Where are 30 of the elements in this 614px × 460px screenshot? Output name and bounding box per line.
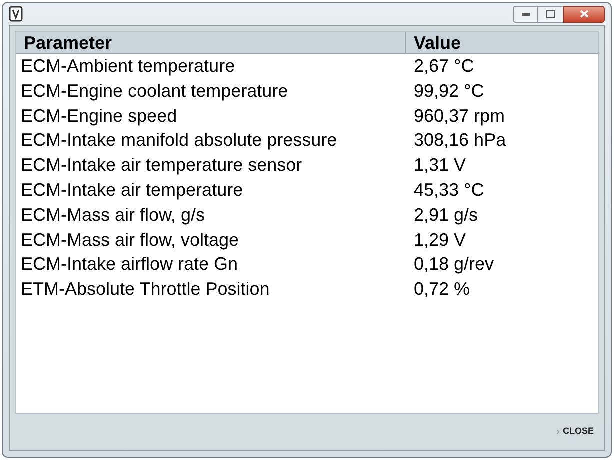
maximize-button[interactable] — [538, 6, 563, 22]
table-cell-text: ETM-Absolute Throttle Position — [20, 278, 271, 302]
close-text-button[interactable]: › CLOSE — [556, 424, 594, 440]
table-cell-text: 2,67 °C — [413, 55, 476, 78]
table-cell-text: ECM-Intake manifold absolute pressure — [20, 129, 338, 152]
column-header[interactable]: Value — [406, 32, 598, 53]
maximize-icon — [546, 10, 555, 18]
table-cell-text: ECM-Intake air temperature sensor — [20, 154, 304, 178]
table-cell-text: ECM-Mass air flow, voltage — [20, 228, 240, 252]
table-cell-text: 45,33 °C — [413, 178, 486, 202]
close-button[interactable] — [563, 6, 605, 22]
table-cell-text: 308,16 hPa — [413, 129, 508, 152]
minimize-button[interactable] — [513, 6, 538, 22]
table-cell-text: 1,29 V — [413, 228, 468, 252]
table-cell-text: 99,92 °C — [413, 80, 486, 103]
table-cell-text: 0,72 % — [413, 278, 472, 302]
table-cell-text: ECM-Intake air temperature — [20, 178, 244, 202]
table-cell-text: ECM-Intake airflow rate Gn — [20, 253, 240, 276]
table-cell-text: ECM-Mass air flow, g/s — [20, 204, 206, 227]
table-cell-text: ECM-Ambient temperature — [20, 55, 236, 78]
table-cell-text: 2,91 g/s — [413, 204, 480, 227]
table-cell-text: 960,37 rpm — [413, 104, 506, 128]
close-icon — [580, 10, 588, 18]
table-cell-text: 0,18 g/rev — [413, 253, 496, 276]
column-header[interactable]: Parameter — [16, 32, 406, 53]
table-cell-text: ECM-Engine coolant temperature — [20, 80, 290, 103]
table-cell-text: 1,31 V — [413, 154, 468, 178]
minimize-icon — [522, 12, 530, 16]
table-cell-text: ECM-Engine speed — [20, 104, 178, 128]
app-icon — [9, 6, 23, 22]
